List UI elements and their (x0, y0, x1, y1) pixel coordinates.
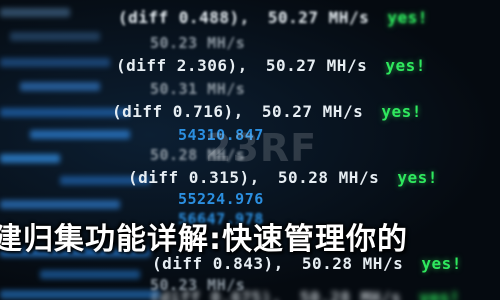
code-bar (0, 8, 70, 17)
status-text: yes! (419, 288, 460, 300)
terminal-photo: (diff 0.488), 50.27 MH/s yes! 50.23 MH/s… (0, 0, 500, 300)
rate-text: 50.27 MH/s (267, 8, 370, 27)
rate-text: 50.31 MH/s (150, 80, 246, 98)
log-line: 55224.976 (178, 190, 272, 208)
page-title: 建归集功能详解:快速管理你的 (0, 222, 408, 257)
log-line: (diff 0.488), 50.27 MH/s yes! (118, 8, 436, 27)
diff-text: (diff 0.716), (112, 102, 244, 121)
diff-text: (diff 2.306), (116, 56, 248, 75)
log-line: (diff 0.315), 50.28 MH/s yes! (128, 168, 446, 187)
rate-text: 50.27 MH/s (261, 102, 364, 121)
status-text: yes! (397, 168, 438, 187)
code-bar (0, 154, 60, 163)
status-text: yes! (421, 254, 462, 273)
diff-text: (diff 0.675), (150, 288, 282, 300)
diff-text: (diff 0.488), (118, 8, 250, 27)
log-line: (diff 2.306), 50.27 MH/s yes! (116, 56, 434, 75)
rate-text: 50.28 MH/s (277, 168, 380, 187)
status-text: yes! (387, 8, 428, 27)
status-text: yes! (385, 56, 426, 75)
code-bar (0, 108, 130, 117)
diff-text: (diff 0.315), (128, 168, 260, 187)
log-line: 50.31 MH/s (150, 80, 253, 98)
log-line: (diff 0.716), 50.27 MH/s yes! (112, 102, 430, 121)
code-bar (20, 82, 100, 91)
rate-text: 50.23 MH/s (150, 34, 246, 52)
code-bar (0, 58, 110, 67)
code-bar (40, 270, 140, 279)
code-bar (0, 200, 120, 209)
rate-text: 50.27 MH/s (265, 56, 368, 75)
log-line: (diff 0.675), 50.28 MH/s yes! (150, 288, 468, 300)
status-text: yes! (381, 102, 422, 121)
log-line: 50.23 MH/s (150, 34, 253, 52)
code-bar (10, 32, 100, 41)
watermark: 23RF (205, 126, 318, 170)
diff-value: 55224.976 (178, 190, 264, 208)
code-bar (30, 130, 130, 139)
rate-text: 50.28 MH/s (299, 288, 402, 300)
code-bar (0, 290, 160, 299)
